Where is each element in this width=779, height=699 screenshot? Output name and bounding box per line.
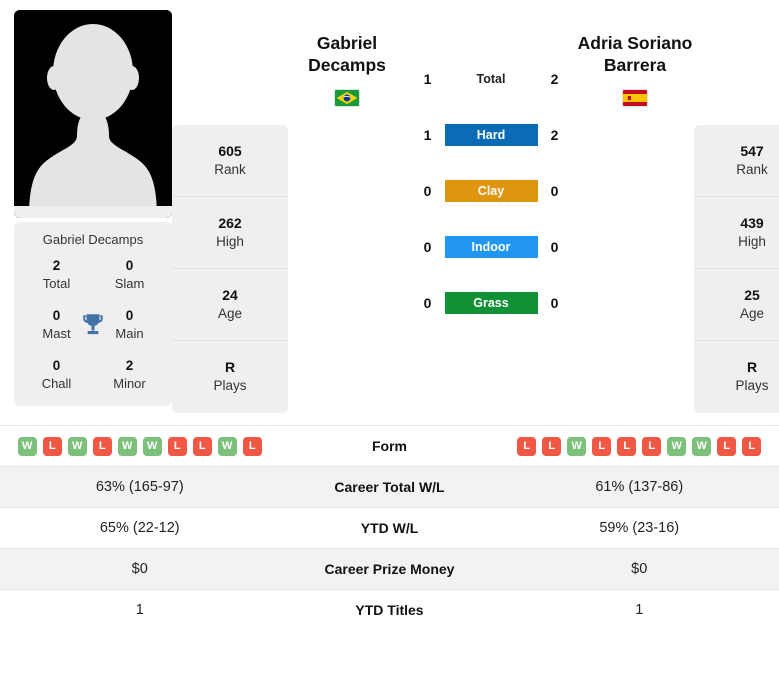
right-stat-high: 439 High — [694, 197, 779, 269]
right-career-wl: 61% (137-86) — [595, 479, 684, 495]
brazil-flag-icon — [334, 88, 360, 107]
left-player-stats-strip: 605 Rank 262 High 24 Age R Plays — [172, 125, 288, 413]
h2h-clay-left-score: 0 — [423, 183, 432, 199]
h2h-row-hard: 1 Hard 2 — [406, 124, 576, 146]
person-silhouette-icon — [14, 10, 172, 218]
form-badge-l: L — [167, 436, 187, 456]
row-label-prize-money: Career Prize Money — [324, 561, 455, 577]
h2h-clay-right-score: 0 — [550, 183, 559, 199]
form-badge-w: W — [67, 436, 87, 456]
row-label-form: Form — [372, 438, 407, 454]
h2h-row-grass: 0 Grass 0 — [406, 292, 576, 314]
right-player-name-header: Adria Soriano Barrera — [576, 10, 694, 107]
head-to-head-column: 1 Total 2 1 Hard 2 0 Clay 0 0 Indoor 0 0 — [406, 10, 576, 314]
right-prize-money: $0 — [631, 561, 648, 577]
right-stat-plays: R Plays — [735, 359, 769, 394]
left-player-name-header: Gabriel Decamps — [288, 10, 406, 107]
comparison-header: Gabriel Decamps 2 Total 0 Slam 0 Mast 0 … — [0, 0, 779, 413]
h2h-row-clay: 0 Clay 0 — [406, 180, 576, 202]
h2h-total-right-score: 2 — [550, 71, 559, 87]
row-label-ytd-titles: YTD Titles — [355, 602, 424, 618]
left-titles-minor: 2 Minor — [113, 357, 146, 391]
form-badge-l: L — [742, 436, 762, 456]
table-row-form: WLWLWWLLWL Form LLWLLLWWLL — [0, 425, 779, 466]
right-player-stats-strip: 547 Rank 439 High 25 Age R Plays — [694, 125, 779, 413]
left-titles-grid: 2 Total 0 Slam 0 Mast 0 Main 0 Chall 2 M… — [20, 257, 166, 392]
left-stat-plays: R Plays — [213, 359, 247, 394]
left-player-name-label: Gabriel Decamps — [42, 232, 144, 247]
row-label-career-wl: Career Total W/L — [334, 479, 445, 495]
right-form-badges: LLWLLLWWLL — [500, 436, 779, 456]
form-badge-w: W — [117, 436, 137, 456]
left-prize-money: $0 — [131, 561, 148, 577]
comparison-table: WLWLWWLLWL Form LLWLLLWWLL 63% (165-97) … — [0, 425, 779, 630]
form-badge-l: L — [717, 436, 737, 456]
h2h-total-left-score: 1 — [423, 71, 432, 87]
player-comparison-page: Gabriel Decamps 2 Total 0 Slam 0 Mast 0 … — [0, 0, 779, 699]
left-ytd-wl: 65% (22-12) — [99, 520, 180, 536]
table-row-ytd-wl: 65% (22-12) YTD W/L 59% (23-16) — [0, 507, 779, 548]
h2h-row-total: 1 Total 2 — [406, 68, 576, 90]
form-badge-w: W — [667, 436, 687, 456]
form-badge-l: L — [592, 436, 612, 456]
form-badge-l: L — [42, 436, 62, 456]
table-row-prize-money: $0 Career Prize Money $0 — [0, 548, 779, 589]
form-badge-w: W — [567, 436, 587, 456]
form-badge-l: L — [617, 436, 637, 456]
h2h-indoor-right-score: 0 — [550, 239, 559, 255]
left-titles-total: 2 Total — [42, 258, 71, 291]
h2h-grass-badge[interactable]: Grass — [444, 292, 538, 314]
left-player-title: Gabriel Decamps — [308, 33, 386, 76]
form-badge-l: L — [517, 436, 537, 456]
right-ytd-wl: 59% (23-16) — [599, 520, 680, 536]
h2h-clay-badge[interactable]: Clay — [444, 180, 538, 202]
h2h-grass-right-score: 0 — [550, 295, 559, 311]
right-stat-rank: 547 Rank — [694, 125, 779, 197]
h2h-total-label: Total — [476, 72, 506, 86]
form-badge-w: W — [692, 436, 712, 456]
left-ytd-titles: 1 — [135, 602, 144, 618]
left-player-column: Gabriel Decamps 2 Total 0 Slam 0 Mast 0 … — [14, 10, 172, 406]
form-badge-w: W — [217, 436, 237, 456]
h2h-hard-right-score: 2 — [550, 127, 559, 143]
left-player-avatar — [14, 10, 172, 218]
spain-flag-icon — [622, 88, 648, 107]
left-form-badges: WLWLWWLLWL — [0, 436, 280, 456]
h2h-hard-badge[interactable]: Hard — [444, 124, 538, 146]
table-row-ytd-titles: 1 YTD Titles 1 — [0, 589, 779, 630]
left-stat-high: 262 High — [172, 197, 288, 269]
form-badge-l: L — [242, 436, 262, 456]
left-career-wl: 63% (165-97) — [95, 479, 184, 495]
left-titles-slam: 0 Slam — [114, 258, 145, 291]
right-ytd-titles: 1 — [635, 602, 644, 618]
left-stat-age: 24 Age — [172, 269, 288, 341]
form-badge-l: L — [92, 436, 112, 456]
form-badge-l: L — [642, 436, 662, 456]
right-stat-age: 25 Age — [694, 269, 779, 341]
form-badge-w: W — [17, 436, 37, 456]
h2h-indoor-badge[interactable]: Indoor — [444, 236, 538, 258]
trophy-icon — [83, 314, 103, 335]
table-row-career-wl: 63% (165-97) Career Total W/L 61% (137-8… — [0, 466, 779, 507]
left-player-titles-card: Gabriel Decamps 2 Total 0 Slam 0 Mast 0 … — [14, 222, 172, 406]
h2h-row-indoor: 0 Indoor 0 — [406, 236, 576, 258]
h2h-grass-left-score: 0 — [423, 295, 432, 311]
form-badge-l: L — [542, 436, 562, 456]
row-label-ytd-wl: YTD W/L — [360, 520, 419, 536]
right-player-title: Adria Soriano Barrera — [577, 33, 693, 76]
left-stat-rank: 605 Rank — [172, 125, 288, 197]
h2h-hard-left-score: 1 — [423, 127, 432, 143]
h2h-indoor-left-score: 0 — [423, 239, 432, 255]
left-titles-chall: 0 Chall — [41, 357, 72, 391]
form-badge-l: L — [192, 436, 212, 456]
form-badge-w: W — [142, 436, 162, 456]
